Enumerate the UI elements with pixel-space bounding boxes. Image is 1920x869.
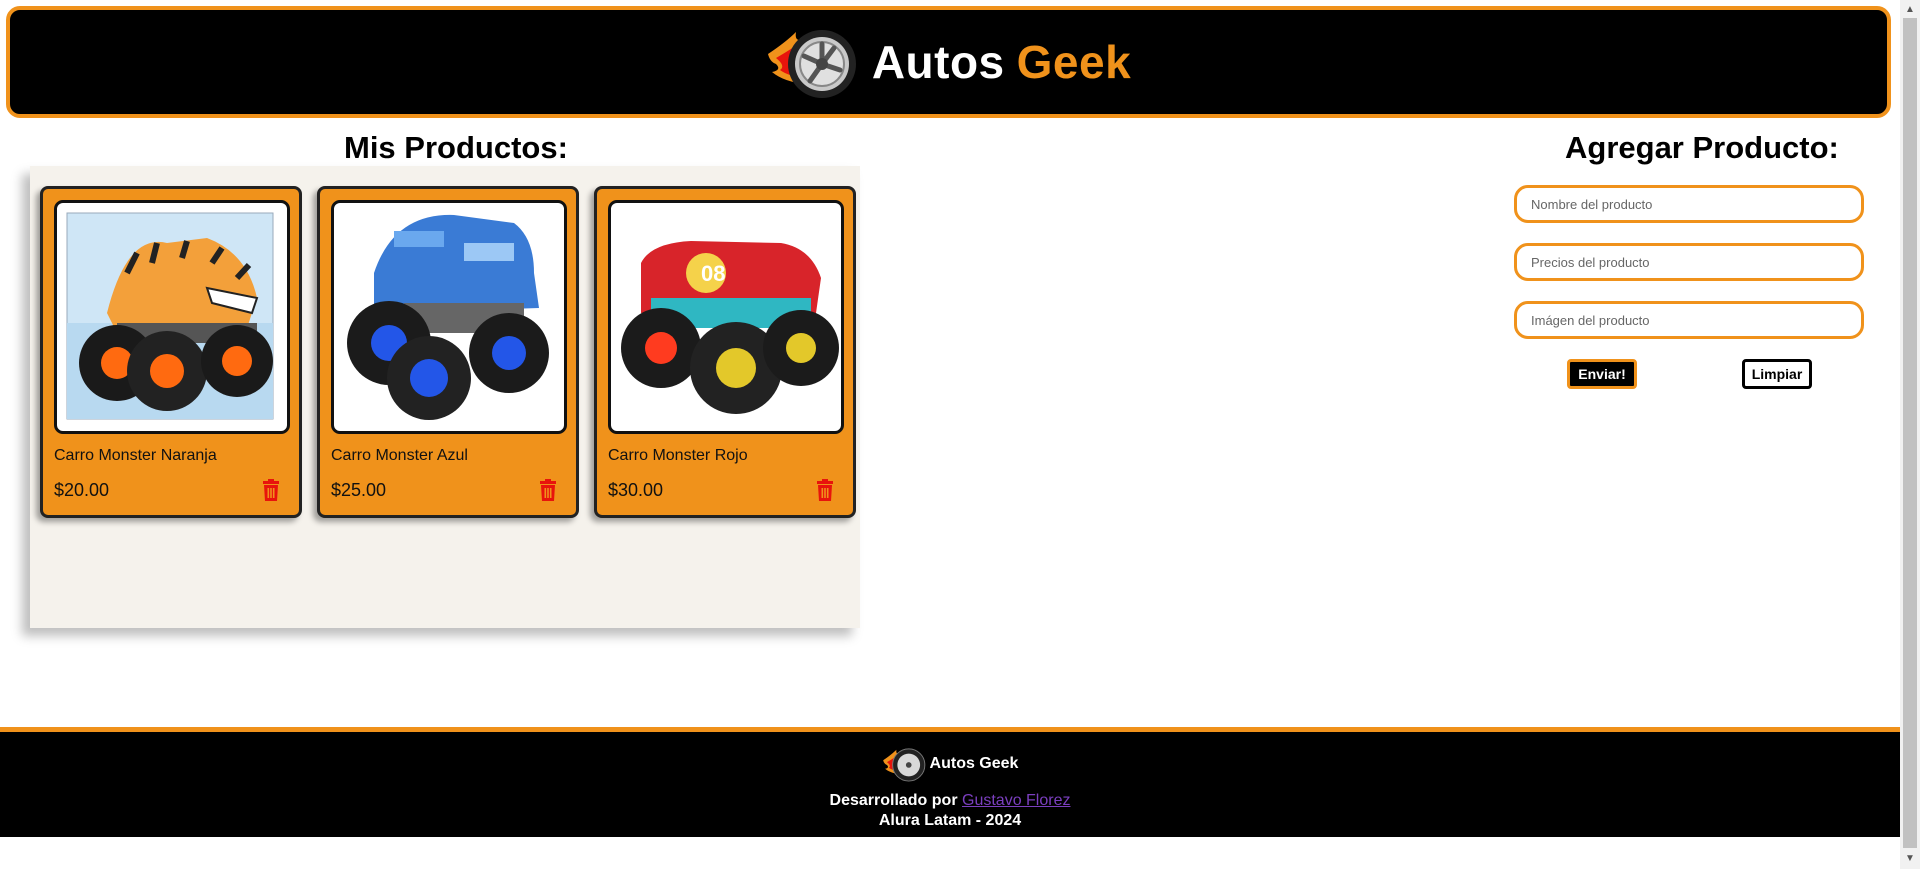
trash-icon[interactable] bbox=[815, 479, 835, 501]
product-image: 08 bbox=[608, 200, 844, 434]
product-name: Carro Monster Naranja bbox=[54, 447, 217, 464]
flaming-wheel-logo-icon bbox=[882, 748, 925, 782]
brand-main: Autos bbox=[871, 36, 1005, 88]
product-card: 08 Carro Monster Rojo $30.00 bbox=[594, 186, 856, 518]
trash-icon[interactable] bbox=[538, 479, 558, 501]
scroll-down-arrow-icon[interactable]: ▼ bbox=[1904, 853, 1916, 865]
brand-accent: Geek bbox=[1016, 36, 1132, 88]
product-image bbox=[331, 200, 567, 434]
product-price-input[interactable] bbox=[1514, 243, 1864, 281]
footer-brand-text: Autos Geek bbox=[929, 755, 1019, 772]
product-card: Carro Monster Naranja $20.00 bbox=[40, 186, 302, 518]
footer-copyright: Alura Latam - 2024 bbox=[878, 812, 1022, 829]
svg-text:08: 08 bbox=[701, 261, 725, 286]
product-price: $25.00 bbox=[331, 480, 387, 500]
scroll-thumb[interactable] bbox=[1903, 18, 1917, 848]
site-header: Autos Geek bbox=[6, 6, 1891, 118]
footer-brand: Autos Geek bbox=[0, 746, 1900, 782]
vertical-scrollbar[interactable]: ▲ ▼ bbox=[1900, 0, 1920, 869]
products-panel: Carro Monster Naranja $20.00 Carro Monst… bbox=[30, 166, 860, 628]
monster-truck-red-image: 08 bbox=[621, 241, 839, 414]
developer-link[interactable]: Gustavo Florez bbox=[962, 792, 1070, 809]
product-name: Carro Monster Rojo bbox=[608, 447, 748, 464]
send-button[interactable]: Enviar! bbox=[1567, 359, 1637, 389]
brand-title: Autos Geek bbox=[872, 35, 1131, 89]
product-card: Carro Monster Azul $25.00 bbox=[317, 186, 579, 518]
footer-developer: Desarrollado por Gustavo Florez bbox=[0, 792, 1900, 810]
product-price: $20.00 bbox=[54, 480, 110, 500]
monster-truck-blue-image bbox=[347, 214, 549, 420]
product-price: $30.00 bbox=[608, 480, 664, 500]
monster-truck-orange-image bbox=[66, 212, 274, 420]
scroll-up-arrow-icon[interactable]: ▲ bbox=[1904, 4, 1916, 16]
add-product-title: Agregar Producto: bbox=[1565, 130, 1839, 165]
product-image-input[interactable] bbox=[1514, 301, 1864, 339]
product-name-input[interactable] bbox=[1514, 185, 1864, 223]
site-footer: Autos Geek Desarrollado por Gustavo Flor… bbox=[0, 727, 1900, 837]
products-title: Mis Productos: bbox=[344, 130, 568, 165]
flaming-wheel-logo-icon bbox=[767, 30, 856, 98]
trash-icon[interactable] bbox=[261, 479, 281, 501]
clear-button[interactable]: Limpiar bbox=[1742, 359, 1812, 389]
product-name: Carro Monster Azul bbox=[331, 447, 468, 464]
product-image bbox=[54, 200, 290, 434]
footer-dev-prefix: Desarrollado por bbox=[829, 792, 958, 809]
